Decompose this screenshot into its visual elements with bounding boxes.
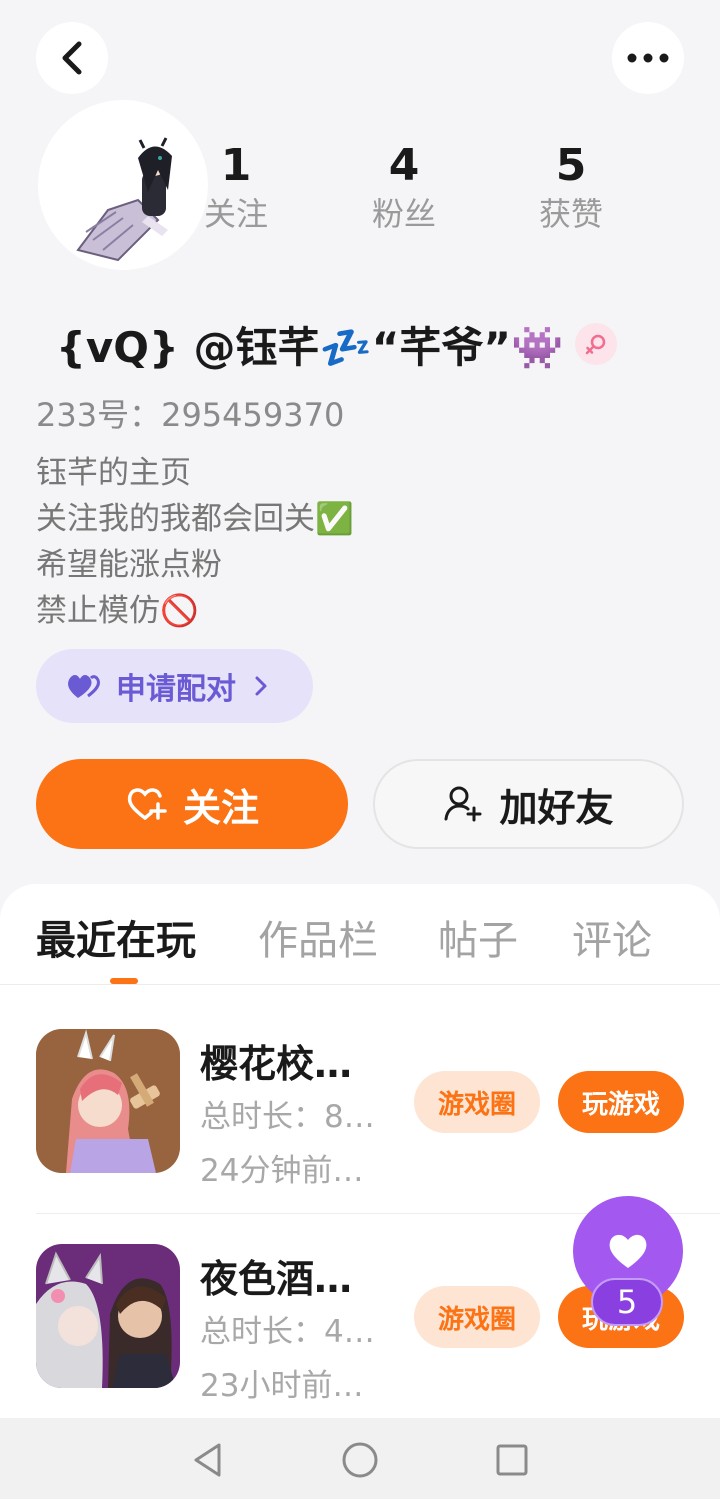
heart-icon <box>609 1234 647 1268</box>
add-friend-button[interactable]: 加好友 <box>373 759 684 849</box>
tab-works[interactable]: 作品栏 <box>258 908 378 966</box>
stat-value: 5 <box>555 140 587 191</box>
stat-label: 粉丝 <box>371 195 436 233</box>
stat-value: 4 <box>388 140 420 191</box>
bio: 钰芊的主页 关注我的我都会回关✅ 希望能涨点粉 禁止模仿🚫 <box>36 450 354 634</box>
profile-name-row: {vQ} @钰芊💤“芊爷”👾 <box>56 312 618 376</box>
home-circle-icon <box>342 1442 378 1478</box>
add-user-icon <box>444 786 482 822</box>
stat-label: 获赞 <box>538 195 603 233</box>
stat-likes[interactable]: 5 获赞 <box>501 140 641 234</box>
bio-line: 关注我的我都会回关✅ <box>36 501 354 537</box>
nav-back-button[interactable] <box>186 1438 230 1482</box>
follow-label: 关注 <box>182 785 259 830</box>
chevron-left-icon <box>62 41 82 75</box>
game-title: 夜色酒… <box>200 1257 353 1301</box>
divider <box>0 984 720 985</box>
bio-line: 钰芊的主页 <box>36 455 191 491</box>
system-navigation-bar <box>0 1418 720 1499</box>
follow-button[interactable]: 关注 <box>36 759 348 849</box>
bio-line: 禁止模仿🚫 <box>36 593 199 629</box>
stat-label: 关注 <box>203 195 268 233</box>
request-match-label: 申请配对 <box>116 672 236 707</box>
game-duration: 总时长：4… <box>200 1314 375 1350</box>
chevron-right-icon <box>255 676 267 696</box>
more-horizontal-icon <box>627 53 669 63</box>
more-button[interactable] <box>612 22 684 94</box>
stat-following[interactable]: 1 关注 <box>166 140 306 234</box>
game-last-played: 24分钟前… <box>200 1153 364 1189</box>
game-circle-button[interactable]: 游戏圈 <box>414 1286 540 1348</box>
female-icon <box>575 323 618 365</box>
request-match-button[interactable]: 申请配对 <box>36 649 313 723</box>
recents-square-icon <box>496 1444 528 1476</box>
hearts-icon <box>68 675 100 698</box>
game-last-played: 23小时前… <box>200 1368 364 1404</box>
tab-posts[interactable]: 帖子 <box>438 908 518 966</box>
game-icon <box>36 1029 180 1173</box>
add-friend-label: 加好友 <box>499 785 614 830</box>
tab-comments[interactable]: 评论 <box>572 908 652 966</box>
content-panel: 最近在玩 作品栏 帖子 评论 樱花校… 总时长：8… 24分钟前… 游戏圈 玩游… <box>0 884 720 1418</box>
back-button[interactable] <box>36 22 108 94</box>
play-game-button[interactable]: 玩游戏 <box>558 1071 684 1133</box>
user-id: 233号：295459370 <box>36 396 345 434</box>
nav-home-button[interactable] <box>338 1438 382 1482</box>
game-title: 樱花校… <box>200 1042 353 1086</box>
like-count-badge: 5 <box>591 1278 663 1326</box>
tab-recent-games[interactable]: 最近在玩 <box>36 908 196 966</box>
bio-line: 希望能涨点粉 <box>36 547 222 583</box>
game-icon <box>36 1244 180 1388</box>
stat-value: 1 <box>220 140 252 191</box>
heart-plus-icon <box>127 788 167 820</box>
nav-recents-button[interactable] <box>490 1438 534 1482</box>
game-list-item[interactable]: 樱花校… 总时长：8… 24分钟前… 游戏圈 玩游戏 <box>0 1005 720 1219</box>
game-circle-button[interactable]: 游戏圈 <box>414 1071 540 1133</box>
game-duration: 总时长：8… <box>200 1099 375 1135</box>
back-triangle-icon <box>194 1443 221 1477</box>
display-name: {vQ} @钰芊💤“芊爷”👾 <box>56 322 564 372</box>
stat-followers[interactable]: 4 粉丝 <box>334 140 474 234</box>
